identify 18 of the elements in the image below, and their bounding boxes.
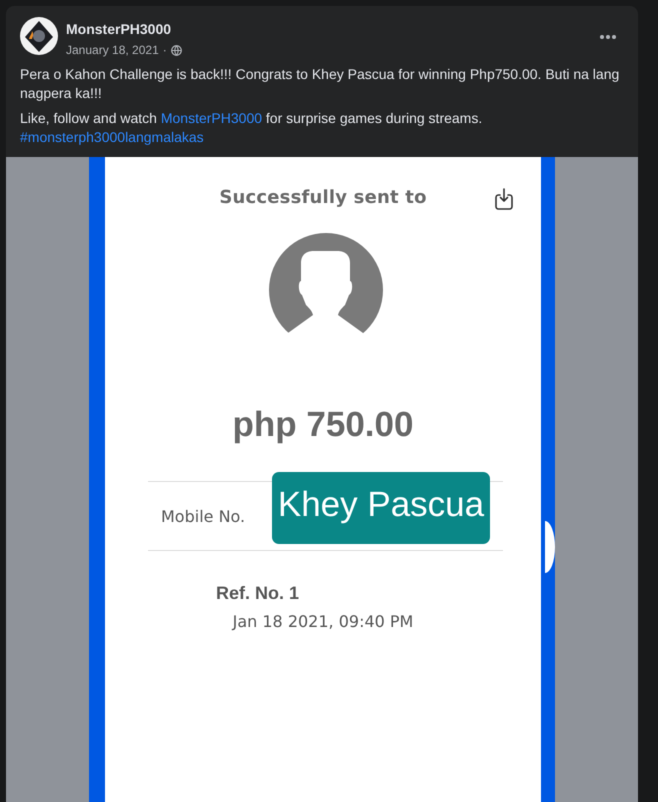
reference-number: Ref. No. 1: [215, 582, 300, 604]
download-icon[interactable]: [492, 187, 516, 211]
post-date[interactable]: January 18, 2021: [66, 43, 159, 57]
transaction-datetime: Jan 18 2021, 09:40 PM: [230, 611, 414, 633]
globe-icon: [170, 44, 182, 56]
separator: ·: [162, 43, 167, 57]
more-icon: [600, 35, 616, 39]
field-label: Mobile No.: [161, 506, 246, 526]
receipt-title: Successfully sent to: [219, 186, 427, 210]
post-text: Pera o Kahon Challenge is back!!! Congrats to Khey Pascua for winning Php750.00. Buti na lang nagpera ka!!!: [20, 65, 620, 103]
hashtag-link[interactable]: #monsterph3000langmalakas: [20, 129, 204, 145]
profile-link[interactable]: MonsterPH3000: [160, 110, 262, 126]
author-name[interactable]: MonsterPH3000: [66, 21, 182, 38]
post-text: Like, follow and watch MonsterPH3000 for surprise games during streams. #monsterph3000langmalakas: [20, 109, 484, 147]
name-sticker: Khey Pascua: [272, 472, 490, 544]
recipient-avatar-icon: [269, 233, 383, 347]
profile-avatar[interactable]: [20, 17, 58, 55]
amount-text: php 750.00: [232, 405, 414, 445]
